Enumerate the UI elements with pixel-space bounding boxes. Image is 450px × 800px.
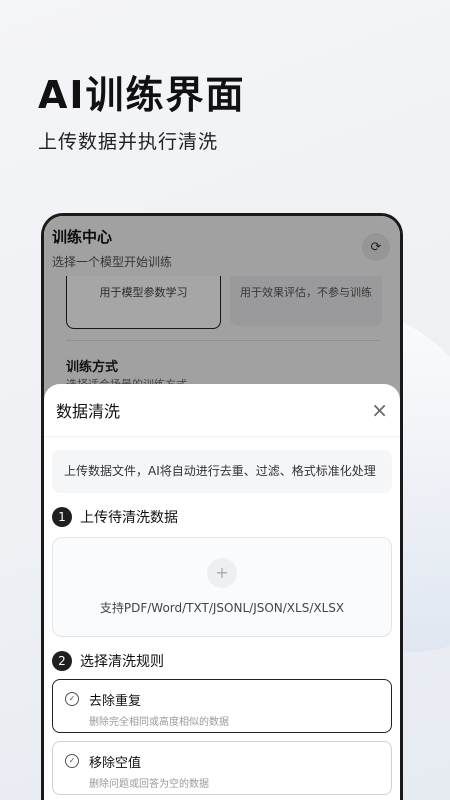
rule-text: 移除空值 删除问题或回答为空的数据 bbox=[89, 752, 209, 790]
close-icon[interactable]: × bbox=[371, 398, 388, 422]
upload-dropzone[interactable]: + 支持PDF/Word/TXT/JSONL/JSON/XLS/XLSX bbox=[52, 536, 392, 637]
step-rules: 2 选择清洗规则 bbox=[52, 650, 400, 671]
hero-title: AI训练界面 bbox=[38, 73, 246, 117]
rule-remove-empty[interactable]: ✓ 移除空值 删除问题或回答为空的数据 bbox=[52, 740, 392, 795]
step-label-rules: 选择清洗规则 bbox=[80, 653, 164, 670]
step-label-upload: 上传待清洗数据 bbox=[80, 509, 178, 526]
step-number-1: 1 bbox=[52, 506, 72, 527]
check-circle-icon: ✓ bbox=[65, 691, 79, 706]
upload-hint: 支持PDF/Word/TXT/JSONL/JSON/XLS/XLSX bbox=[99, 600, 345, 615]
check-circle-icon: ✓ bbox=[65, 753, 79, 768]
sheet-title: 数据清洗 bbox=[56, 402, 121, 421]
rule-remove-duplicates[interactable]: ✓ 去除重复 删除完全相同或高度相似的数据 bbox=[52, 678, 392, 733]
rule-text: 去除重复 删除完全相同或高度相似的数据 bbox=[89, 690, 229, 728]
rule-description: 删除问题或回答为空的数据 bbox=[89, 778, 209, 790]
hero-subtitle: 上传数据并执行清洗 bbox=[38, 131, 219, 153]
phone-frame: 训练中心 选择一个模型开始训练 ⟳ 用于模型参数学习 用于效果评估，不参与训练 … bbox=[41, 213, 403, 800]
rule-title: 去除重复 bbox=[89, 693, 142, 709]
step-number-2: 2 bbox=[52, 650, 72, 671]
step-upload: 1 上传待清洗数据 bbox=[52, 506, 400, 527]
plus-icon: + bbox=[207, 557, 237, 588]
rule-description: 删除完全相同或高度相似的数据 bbox=[89, 716, 229, 728]
info-box: 上传数据文件，AI将自动进行去重、过滤、格式标准化处理 bbox=[52, 450, 392, 493]
rule-title: 移除空值 bbox=[89, 755, 142, 771]
data-cleaning-sheet: 数据清洗 × 上传数据文件，AI将自动进行去重、过滤、格式标准化处理 1 上传待… bbox=[44, 384, 400, 800]
sheet-header: 数据清洗 × bbox=[44, 384, 400, 437]
